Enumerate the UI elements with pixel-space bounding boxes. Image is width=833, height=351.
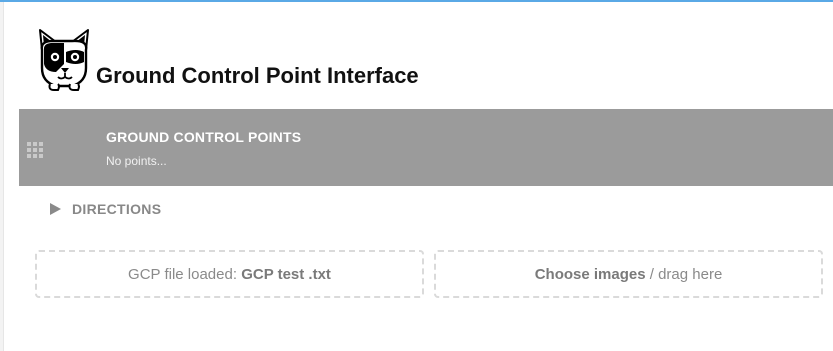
images-dropzone[interactable]: Choose images / drag here (434, 250, 823, 298)
raccoon-logo-icon (36, 28, 92, 92)
drag-grid-icon[interactable] (27, 142, 43, 158)
gcp-file-name: GCP test .txt (241, 265, 331, 283)
directions-toggle[interactable]: DIRECTIONS (50, 200, 161, 218)
gcp-panel-title: GROUND CONTROL POINTS (106, 129, 302, 145)
gcp-file-prefix: GCP file loaded: (128, 265, 238, 283)
gcp-points-status: No points... (106, 154, 167, 168)
drag-here-label: / drag here (649, 265, 723, 283)
gcp-interface-page: Ground Control Point Interface GROUND CO… (0, 0, 833, 351)
gcp-file-dropzone[interactable]: GCP file loaded: GCP test .txt (35, 250, 424, 298)
page-title: Ground Control Point Interface (96, 63, 419, 88)
directions-label: DIRECTIONS (72, 201, 162, 217)
gcp-panel: GROUND CONTROL POINTS No points... (19, 109, 833, 186)
caret-right-icon (50, 203, 61, 215)
choose-images-label: Choose images (534, 265, 646, 283)
left-gutter (0, 2, 4, 351)
top-accent-bar (0, 0, 833, 2)
